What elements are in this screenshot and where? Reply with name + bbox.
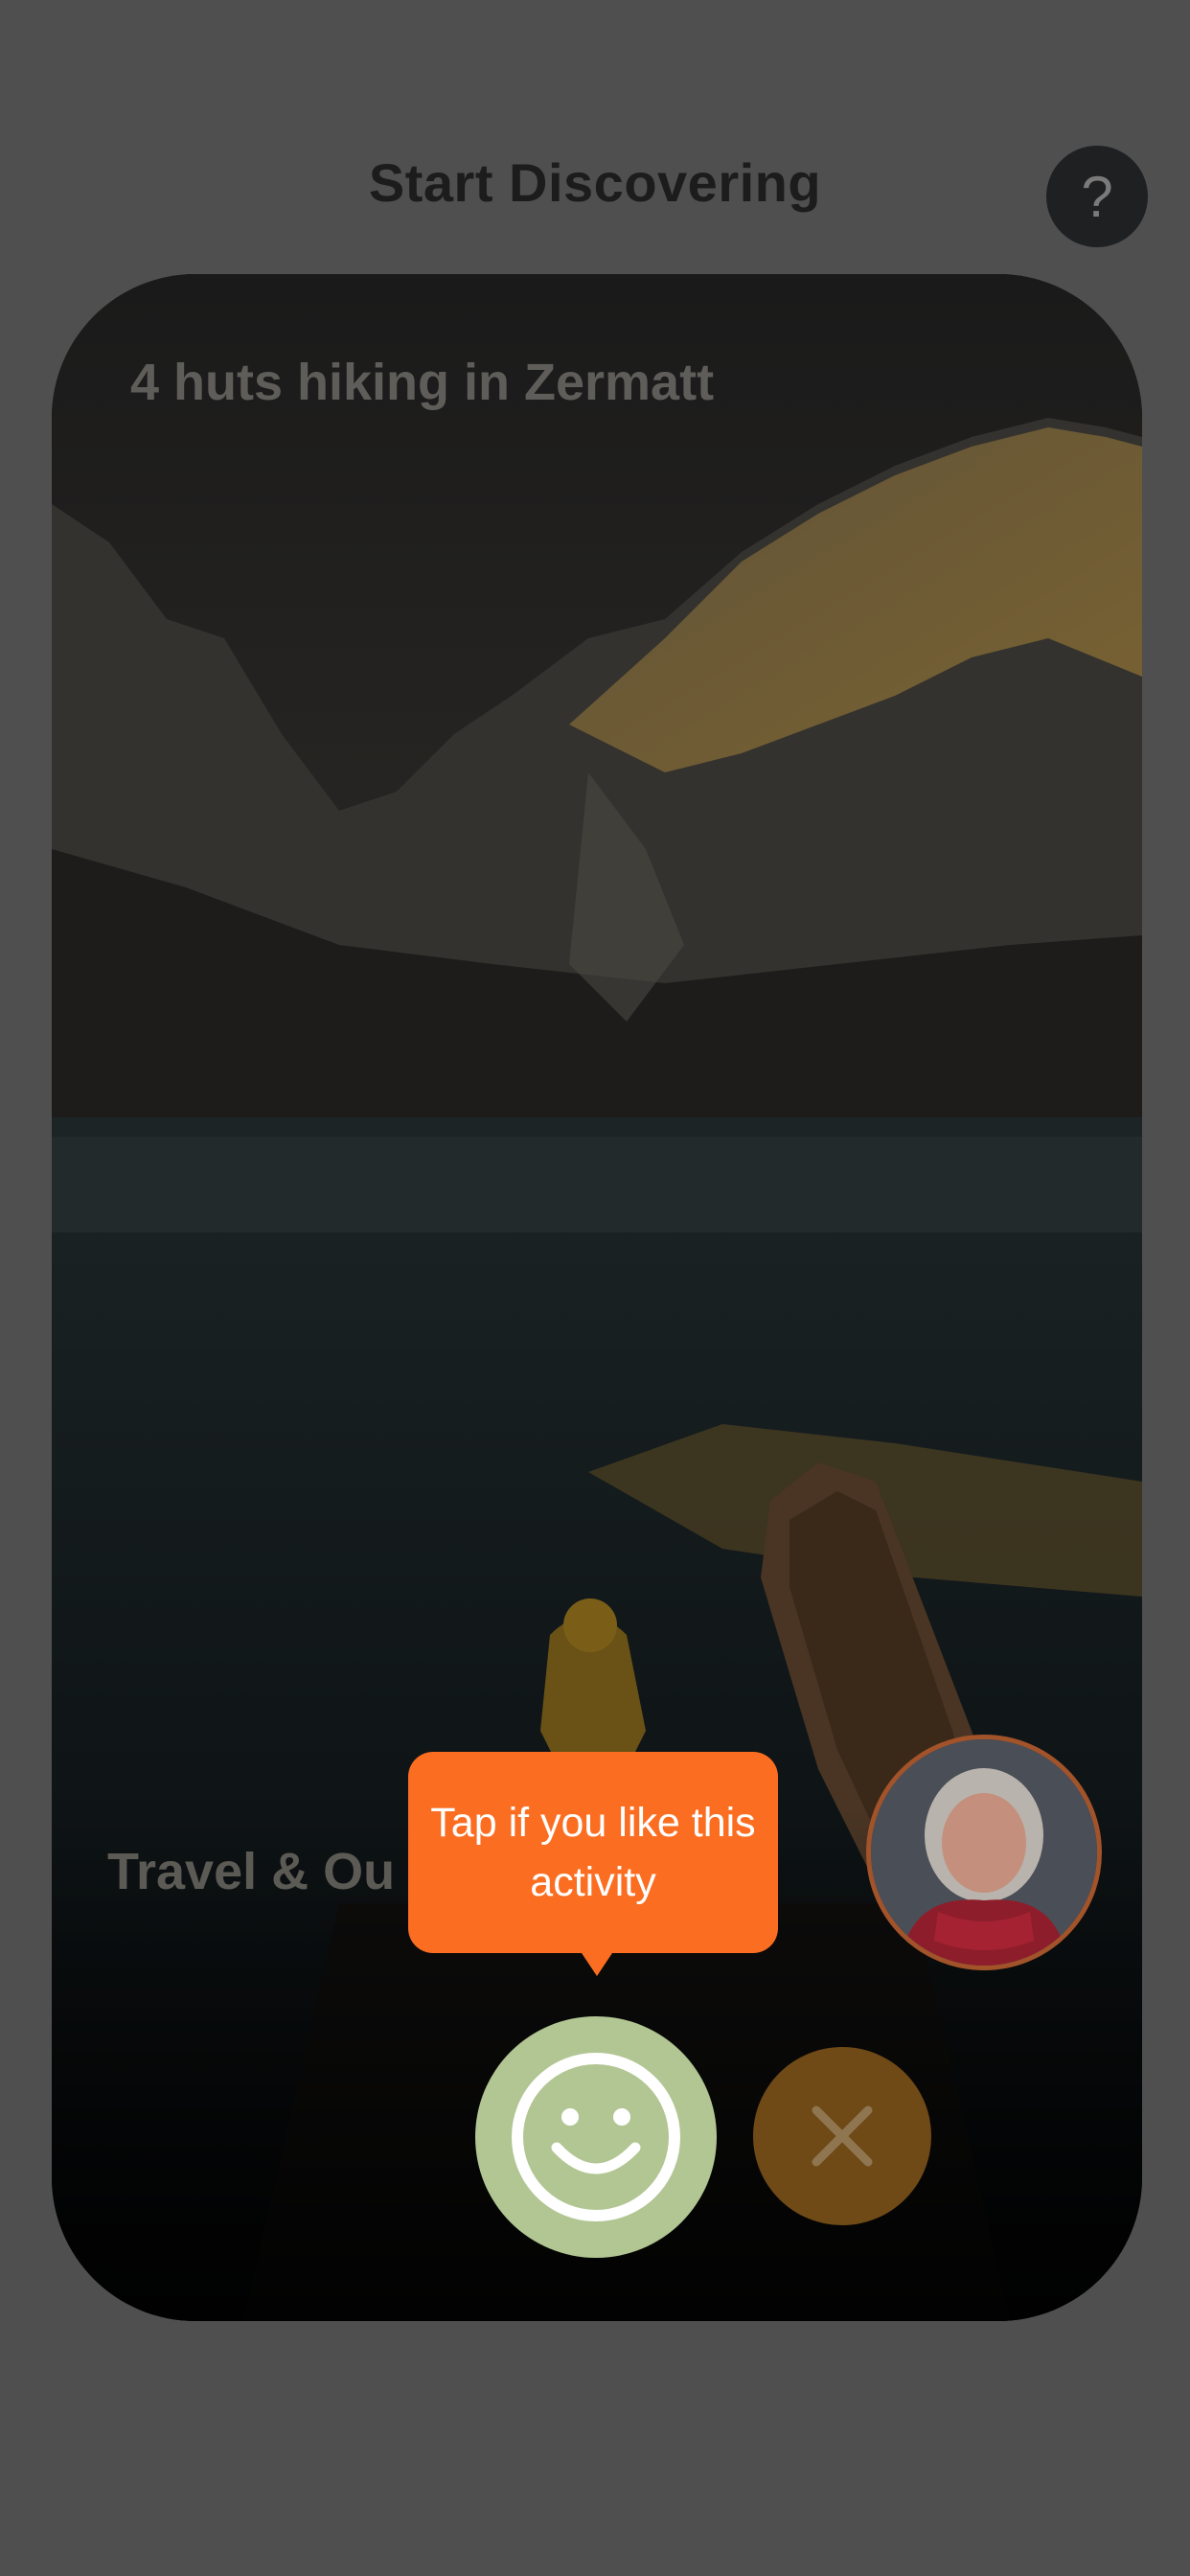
avatar-photo: [871, 1739, 1097, 1966]
page-title: Start Discovering: [368, 152, 822, 213]
close-icon: [812, 2105, 873, 2167]
activity-card[interactable]: 4 huts hiking in Zermatt Travel & Ou: [52, 274, 1142, 2321]
like-button[interactable]: [475, 2016, 717, 2258]
smiley-icon: [512, 2053, 680, 2221]
host-avatar[interactable]: [866, 1735, 1102, 1970]
tooltip-text: Tap if you like this activity: [430, 1800, 756, 1905]
card-category: Travel & Ou: [107, 1843, 396, 1900]
dismiss-button[interactable]: [753, 2047, 931, 2225]
activity-image: [52, 274, 1142, 2321]
help-icon: ?: [1081, 164, 1113, 229]
help-button[interactable]: ?: [1046, 146, 1148, 247]
card-title: 4 huts hiking in Zermatt: [130, 354, 715, 411]
onboarding-tooltip: Tap if you like this activity: [408, 1752, 778, 1976]
